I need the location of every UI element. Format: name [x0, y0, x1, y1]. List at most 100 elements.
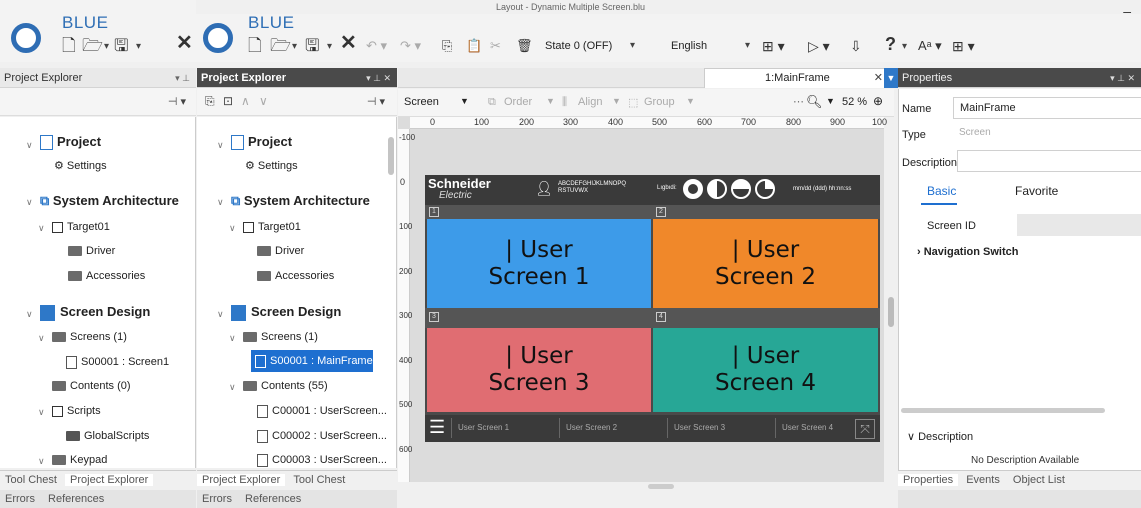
name-field[interactable]: MainFrame — [953, 97, 1141, 119]
chevron-down-icon[interactable]: ∨ — [26, 309, 33, 320]
properties-hscroll[interactable] — [901, 408, 1105, 413]
chevron-down-icon[interactable]: ∨ — [217, 197, 224, 208]
move-up-icon[interactable]: ∧ — [241, 94, 250, 108]
tab-favorite[interactable]: Favorite — [1015, 184, 1058, 198]
contrast-icon-3[interactable] — [731, 179, 751, 199]
save-dropdown-icon[interactable]: ▾ — [136, 41, 141, 52]
chevron-down-icon[interactable]: ∨ — [217, 140, 224, 151]
move-down-icon[interactable]: ∨ — [259, 94, 268, 108]
tab-object-list[interactable]: Object List — [1008, 474, 1070, 486]
collapse-all-icon[interactable]: ⎘ — [205, 94, 215, 109]
tree-contents[interactable]: Contents (55) — [243, 378, 328, 394]
design-screen[interactable]: Schneider Electric 👤︎ ABCDEFGHIJKLMNOPQ … — [425, 175, 880, 442]
tree-screen-design[interactable]: Screen Design — [231, 303, 341, 321]
order-button[interactable]: Order — [504, 96, 532, 108]
group-dropdown-icon[interactable]: ▼ — [686, 96, 695, 106]
align-dropdown-icon[interactable]: ▼ — [612, 96, 621, 106]
close-icon[interactable]: ✕ — [176, 33, 193, 53]
tab-tool-chest[interactable]: Tool Chest — [288, 474, 350, 486]
fullscreen-icon[interactable]: ⤧ — [855, 419, 875, 439]
footer-tab-1[interactable]: User Screen 1 — [451, 418, 559, 438]
save-icon-2[interactable]: 🖫 — [305, 36, 319, 56]
design-footer[interactable]: ☰ User Screen 1 User Screen 2 User Scree… — [425, 415, 880, 442]
chevron-down-icon[interactable]: ∨ — [26, 140, 33, 151]
align-icon[interactable]: ⫼ — [562, 96, 567, 109]
user-screen-4[interactable]: | User Screen 4 — [653, 328, 878, 412]
user-screen-1[interactable]: | User Screen 1 — [427, 219, 651, 308]
grid-icon[interactable]: ⊞ ▾ — [952, 36, 975, 56]
tab-properties[interactable]: Properties — [898, 474, 959, 486]
editor-vscroll[interactable] — [884, 117, 898, 482]
state-dropdown-icon[interactable]: ▾ — [630, 40, 635, 51]
tree-scripts[interactable]: Scripts — [52, 403, 101, 419]
description-section[interactable]: ∨ Description — [907, 430, 973, 443]
chevron-down-icon[interactable]: ∨ — [38, 407, 45, 418]
save-dropdown-icon-2[interactable]: ▾ — [327, 41, 332, 52]
redo-icon[interactable]: ↷ ▾ — [400, 36, 421, 56]
screen-combo[interactable]: Screen — [404, 96, 439, 108]
tree-driver[interactable]: Driver — [257, 243, 304, 259]
tab-events[interactable]: Events — [961, 474, 1005, 486]
tree-system-architecture[interactable]: ⧉ System Architecture — [40, 192, 179, 210]
tab-errors[interactable]: Errors — [0, 493, 40, 505]
tab-list-icon[interactable]: ▼ — [884, 68, 898, 88]
tab-project-explorer[interactable]: Project Explorer — [65, 474, 154, 486]
open-file-icon-2[interactable]: 🗁 — [270, 36, 291, 56]
tab-project-explorer[interactable]: Project Explorer — [197, 474, 286, 486]
chevron-down-icon[interactable]: ∨ — [38, 223, 45, 234]
contrast-icon-2[interactable] — [707, 179, 727, 199]
pane1-pin-icon[interactable]: ▾ ⊥ — [175, 68, 190, 88]
chevron-down-icon[interactable]: ∨ — [26, 197, 33, 208]
chevron-down-icon[interactable]: ∨ — [229, 333, 236, 344]
user-icon[interactable]: 👤︎ — [535, 180, 553, 197]
new-file-icon-2[interactable]: 🗋 — [248, 36, 262, 56]
tree-settings[interactable]: ⚙ Settings — [54, 158, 107, 174]
editor-hscroll[interactable] — [398, 482, 898, 492]
chevron-down-icon[interactable]: ∨ — [229, 382, 236, 393]
tree-screens[interactable]: Screens (1) — [52, 329, 127, 345]
properties-pin-icon[interactable]: ▾ ⊥ ✕ — [1110, 68, 1135, 88]
design-header[interactable]: Schneider Electric 👤︎ ABCDEFGHIJKLMNOPQ … — [425, 175, 880, 205]
align-button[interactable]: Align — [578, 96, 602, 108]
tree-target[interactable]: Target01 — [243, 219, 301, 235]
zoom-dropdown-icon[interactable]: ▼ — [826, 96, 835, 106]
paste-icon[interactable]: 📋 — [466, 36, 482, 56]
group-icon[interactable]: ⬚ — [628, 96, 638, 109]
hscroll-thumb[interactable] — [648, 484, 674, 489]
tree-global-scripts[interactable]: GlobalScripts — [66, 428, 149, 444]
description-field[interactable] — [957, 150, 1141, 172]
tree-screens[interactable]: Screens (1) — [243, 329, 318, 345]
chevron-down-icon[interactable]: ∨ — [38, 456, 45, 467]
layout-icon[interactable]: ⊞ ▾ — [762, 36, 785, 56]
open-dropdown-icon-2[interactable]: ▾ — [292, 41, 297, 52]
open-file-icon[interactable]: 🗁 — [82, 36, 103, 56]
tab-references[interactable]: References — [43, 493, 109, 505]
pane2-pin-toggle-icon[interactable]: ⊣ ▾ — [367, 95, 385, 108]
tree-accessories[interactable]: Accessories — [257, 268, 334, 284]
tab-errors[interactable]: Errors — [197, 493, 237, 505]
tab-basic[interactable]: Basic — [927, 184, 956, 198]
tree-screen-design[interactable]: Screen Design — [40, 303, 150, 321]
tree-keypad[interactable]: Keypad — [52, 452, 107, 468]
footer-tab-3[interactable]: User Screen 3 — [667, 418, 775, 438]
tree-screen1[interactable]: S00001 : Screen1 — [66, 354, 169, 370]
expand-all-icon[interactable]: ⊡ — [223, 94, 233, 108]
screen-dropdown-icon[interactable]: ▼ — [460, 96, 469, 106]
new-file-icon[interactable]: 🗋 — [62, 36, 76, 56]
copy-icon[interactable]: ⎘ — [442, 36, 452, 56]
pane2-scrollbar[interactable] — [388, 137, 394, 175]
tree-content-3[interactable]: C00003 : UserScreen... — [257, 452, 387, 468]
tree-target[interactable]: Target01 — [52, 219, 110, 235]
tree-content-1[interactable]: C00001 : UserScreen... — [257, 403, 387, 419]
tree-content-2[interactable]: C00002 : UserScreen... — [257, 428, 387, 444]
chevron-down-icon[interactable]: ∨ — [38, 333, 45, 344]
tab-references[interactable]: References — [240, 493, 306, 505]
tree-driver[interactable]: Driver — [68, 243, 115, 259]
transfer-icon[interactable]: ⇩ — [850, 36, 862, 56]
user-screen-3[interactable]: | User Screen 3 — [427, 328, 651, 412]
pane2-pin-icon[interactable]: ▾ ⊥ ✕ — [366, 68, 391, 88]
undo-icon[interactable]: ↶ ▾ — [366, 36, 387, 56]
help-dropdown-icon[interactable]: ▾ — [902, 41, 907, 52]
close-icon-2[interactable]: ✕ — [340, 33, 357, 53]
language-combo[interactable]: English — [666, 36, 712, 56]
